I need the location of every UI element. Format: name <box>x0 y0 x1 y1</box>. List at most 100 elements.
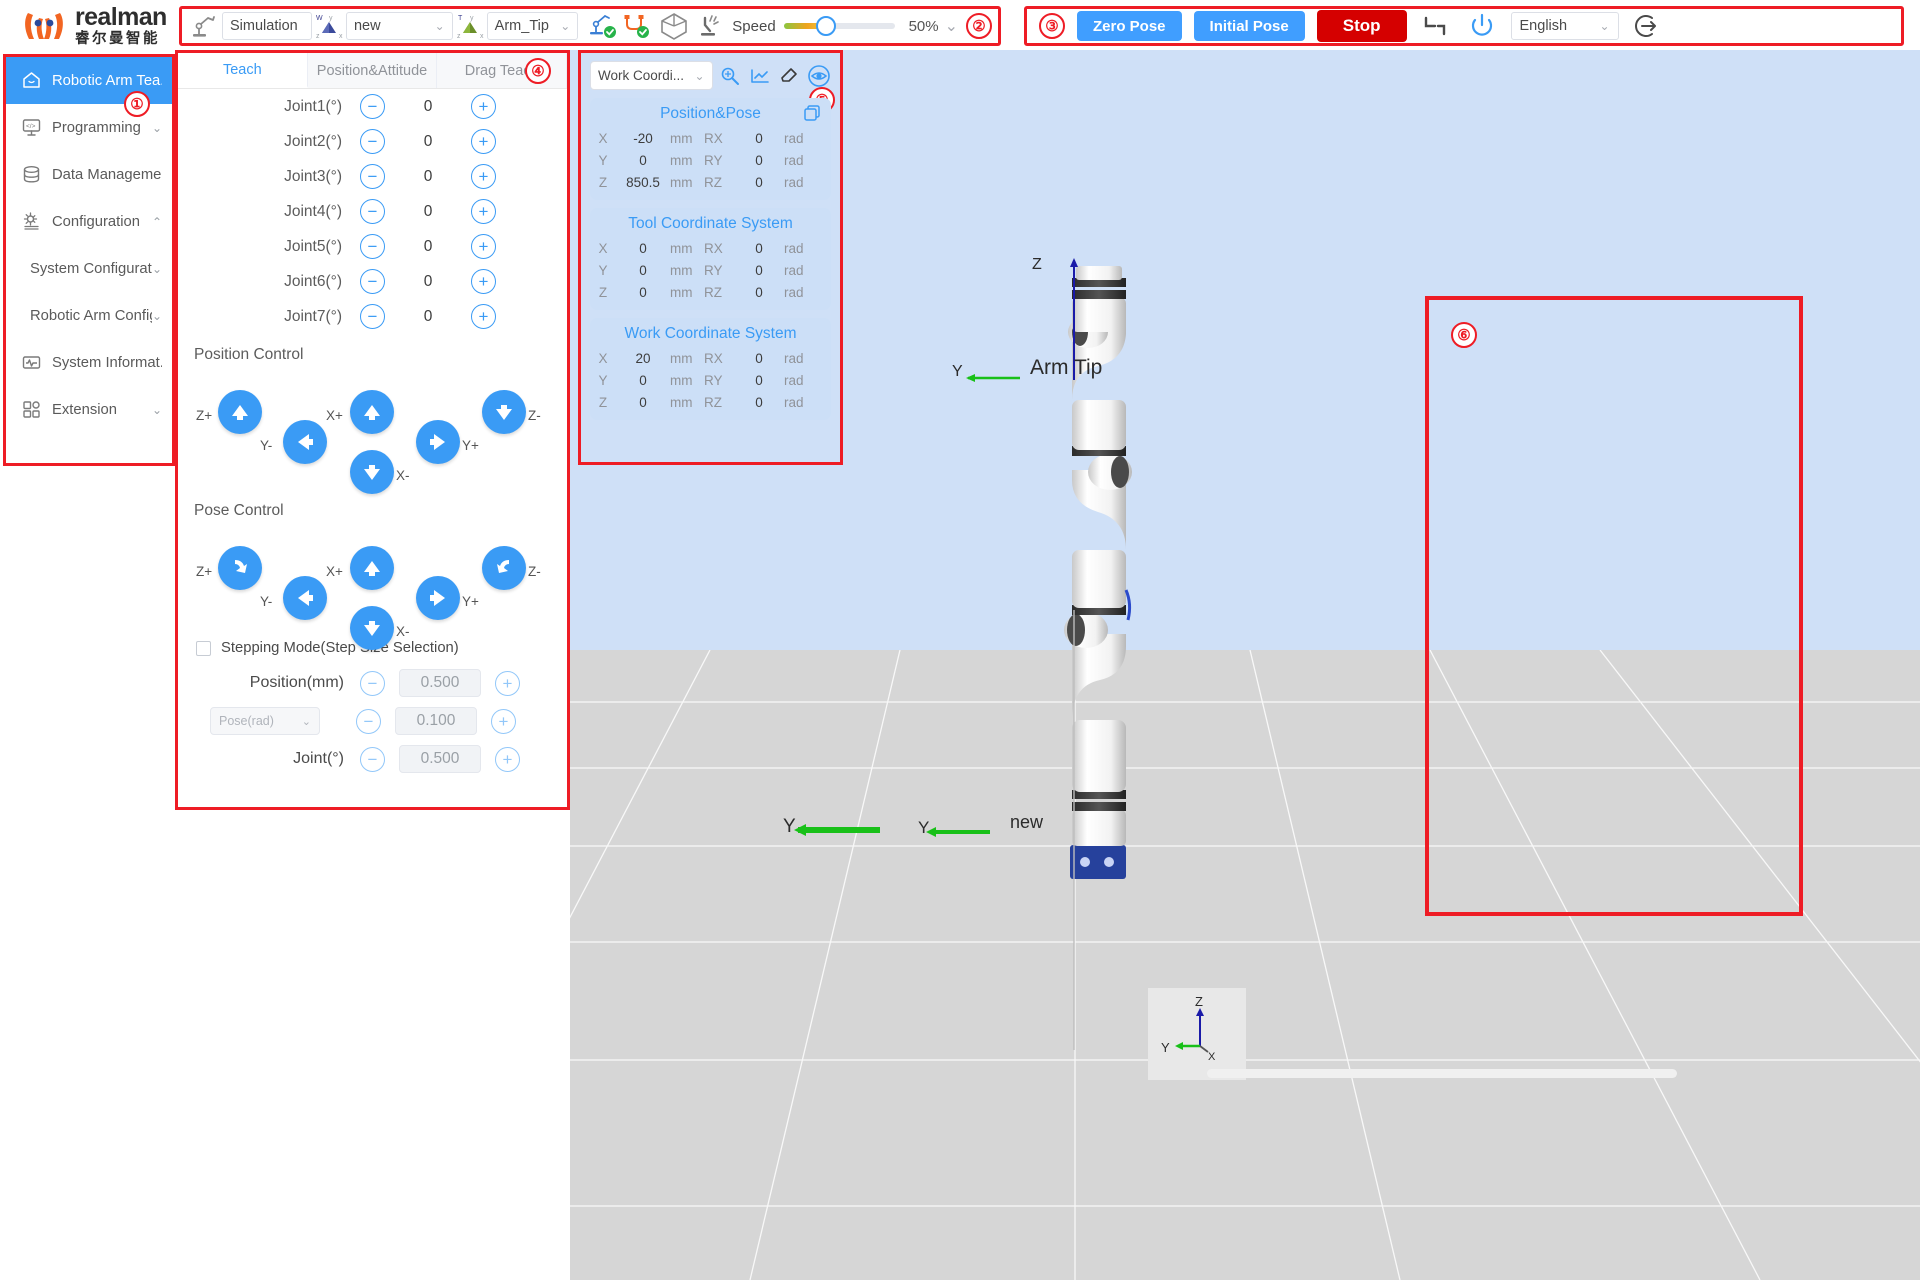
step-input-pose[interactable]: 0.100 <box>395 707 477 735</box>
eraser-icon[interactable] <box>778 64 801 88</box>
coordinate-system-select[interactable]: Work Coordi... ⌄ <box>590 61 713 90</box>
tab-teach[interactable]: Teach <box>178 53 308 88</box>
step-decrease-button[interactable]: − <box>360 670 385 696</box>
horizontal-scrollbar[interactable] <box>1207 1069 1677 1078</box>
sidebar-item-extension[interactable]: Extension ⌄ <box>6 386 172 433</box>
step-row-pose: Pose(rad) ⌄ − 0.100 + <box>178 702 567 740</box>
logout-icon[interactable] <box>1631 10 1665 42</box>
tool-frame-value: Arm_Tip <box>494 18 549 34</box>
arm-status-icon[interactable] <box>586 10 620 42</box>
robot-base-label: new <box>1010 812 1044 832</box>
speed-label: Speed <box>732 17 776 35</box>
viewport-axis-z-label: Z <box>1032 256 1042 273</box>
chevron-up-icon: ⌃ <box>151 214 162 229</box>
zero-pose-button[interactable]: Zero Pose <box>1077 11 1182 41</box>
joint-increase-button[interactable]: + <box>471 269 496 294</box>
pose-xplus-button[interactable] <box>350 546 394 590</box>
position-zplus-button[interactable] <box>218 390 262 434</box>
joint-decrease-button[interactable]: − <box>360 164 385 189</box>
cable-status-icon[interactable] <box>620 10 654 42</box>
joint-decrease-button[interactable]: − <box>360 304 385 329</box>
position-xplus-button[interactable] <box>350 390 394 434</box>
robot-select[interactable]: new ⌄ <box>345 12 453 40</box>
annotation-badge-4: ④ <box>525 58 551 84</box>
work-coordinate-card: Work Coordinate System X 20 mm RX 0 rad … <box>590 318 831 420</box>
pose-unit-select[interactable]: Pose(rad) ⌄ <box>210 707 320 735</box>
position-yminus-button[interactable] <box>283 420 327 464</box>
step-input-position[interactable]: 0.500 <box>399 669 481 697</box>
joint-decrease-button[interactable]: − <box>360 129 385 154</box>
step-input-joint[interactable]: 0.500 <box>399 745 481 773</box>
rotation-axis-label: RX <box>704 240 723 256</box>
teach-point-icon[interactable] <box>719 64 742 88</box>
brand-text: realman 睿尔曼智能 <box>75 5 167 47</box>
position-yplus-button[interactable] <box>416 420 460 464</box>
speed-slider[interactable] <box>783 16 895 36</box>
sidebar-item-system-information[interactable]: System Informat... <box>6 339 172 386</box>
tool-frame-icon: T y z x <box>453 10 487 42</box>
sidebar-subitem-robotic-arm-config[interactable]: Robotic Arm Config. ⌄ <box>6 292 172 339</box>
joint-increase-button[interactable]: + <box>471 234 496 259</box>
cube-icon[interactable] <box>654 10 694 42</box>
position-xminus-button[interactable] <box>350 450 394 494</box>
step-increase-button[interactable]: + <box>495 746 520 772</box>
rotation-value: 0 <box>755 262 763 278</box>
sidebar-item-data-management[interactable]: Data Management <box>6 151 172 198</box>
pose-xminus-button[interactable] <box>350 606 394 650</box>
joint-increase-button[interactable]: + <box>471 164 496 189</box>
speed-chevron-down-icon[interactable]: ⌄ <box>945 16 958 36</box>
axis-orientation-widget[interactable]: Z Y X <box>1148 988 1246 1080</box>
svg-text:</>: </> <box>26 123 36 130</box>
tab-position-attitude[interactable]: Position&Attitude <box>307 53 438 88</box>
joint-increase-button[interactable]: + <box>471 129 496 154</box>
svg-text:T: T <box>458 15 463 22</box>
mode-select[interactable]: Simulation <box>222 12 312 40</box>
chevron-down-icon: ⌄ <box>151 402 162 417</box>
step-increase-button[interactable]: + <box>491 708 516 734</box>
stepping-mode-checkbox[interactable] <box>196 640 211 656</box>
tool-coordinate-card: Tool Coordinate System X 0 mm RX 0 rad Y… <box>590 208 831 310</box>
pose-zminus-button[interactable] <box>482 546 526 590</box>
initial-pose-button[interactable]: Initial Pose <box>1193 11 1305 41</box>
set-coordinate-icon[interactable] <box>748 64 771 88</box>
rotation-axis-label: RZ <box>704 394 722 410</box>
joint-decrease-button[interactable]: − <box>360 269 385 294</box>
copy-icon[interactable] <box>803 104 821 127</box>
tool-frame-select[interactable]: Arm_Tip ⌄ <box>486 12 579 40</box>
pose-yplus-button[interactable] <box>416 576 460 620</box>
viewport-ground-axis-y2-label: Y <box>918 818 930 837</box>
joint-decrease-button[interactable]: − <box>360 199 385 224</box>
coordinate-row: Y 0 mm RY 0 rad <box>590 259 831 281</box>
power-icon[interactable] <box>1465 10 1499 42</box>
joint-list: Joint1(°) − 0 + Joint2(°) − 0 + Joint3(°… <box>178 89 567 334</box>
joint-increase-button[interactable]: + <box>471 199 496 224</box>
joint-row: Joint5(°) − 0 + <box>178 229 567 264</box>
axis-value: -20 <box>633 130 653 146</box>
sidebar-item-configuration[interactable]: Configuration ⌃ <box>6 198 172 245</box>
joint-label: Joint7(°) <box>284 307 342 325</box>
joint-decrease-button[interactable]: − <box>360 94 385 119</box>
pose-yminus-button[interactable] <box>283 576 327 620</box>
eye-visibility-icon[interactable] <box>807 64 831 88</box>
position-axis-xplus-label: X+ <box>326 408 343 423</box>
step-increase-button[interactable]: + <box>495 670 520 696</box>
position-zminus-button[interactable] <box>482 390 526 434</box>
speed-slider-knob[interactable] <box>815 16 836 36</box>
joint-decrease-button[interactable]: − <box>360 234 385 259</box>
joint-increase-button[interactable]: + <box>471 94 496 119</box>
position-axis-yplus-label: Y+ <box>462 438 479 453</box>
pose-axis-xminus-label: X- <box>396 624 410 639</box>
pose-zplus-button[interactable] <box>218 546 262 590</box>
rotation-unit: rad <box>784 174 804 190</box>
sidebar-subitem-system-configuration[interactable]: System Configuration ⌄ <box>6 245 172 292</box>
sidebar-item-robotic-arm-teaching[interactable]: Robotic Arm Tea... ① <box>6 57 172 117</box>
stop-button[interactable]: Stop <box>1316 10 1407 42</box>
joint-limit-icon[interactable] <box>1419 10 1453 42</box>
rotation-unit: rad <box>784 152 804 168</box>
step-decrease-button[interactable]: − <box>360 746 385 772</box>
collision-icon[interactable] <box>694 10 728 42</box>
language-select[interactable]: English ⌄ <box>1510 12 1619 40</box>
joint-increase-button[interactable]: + <box>471 304 496 329</box>
step-decrease-button[interactable]: − <box>356 708 381 734</box>
axis-label: Y <box>598 262 608 278</box>
